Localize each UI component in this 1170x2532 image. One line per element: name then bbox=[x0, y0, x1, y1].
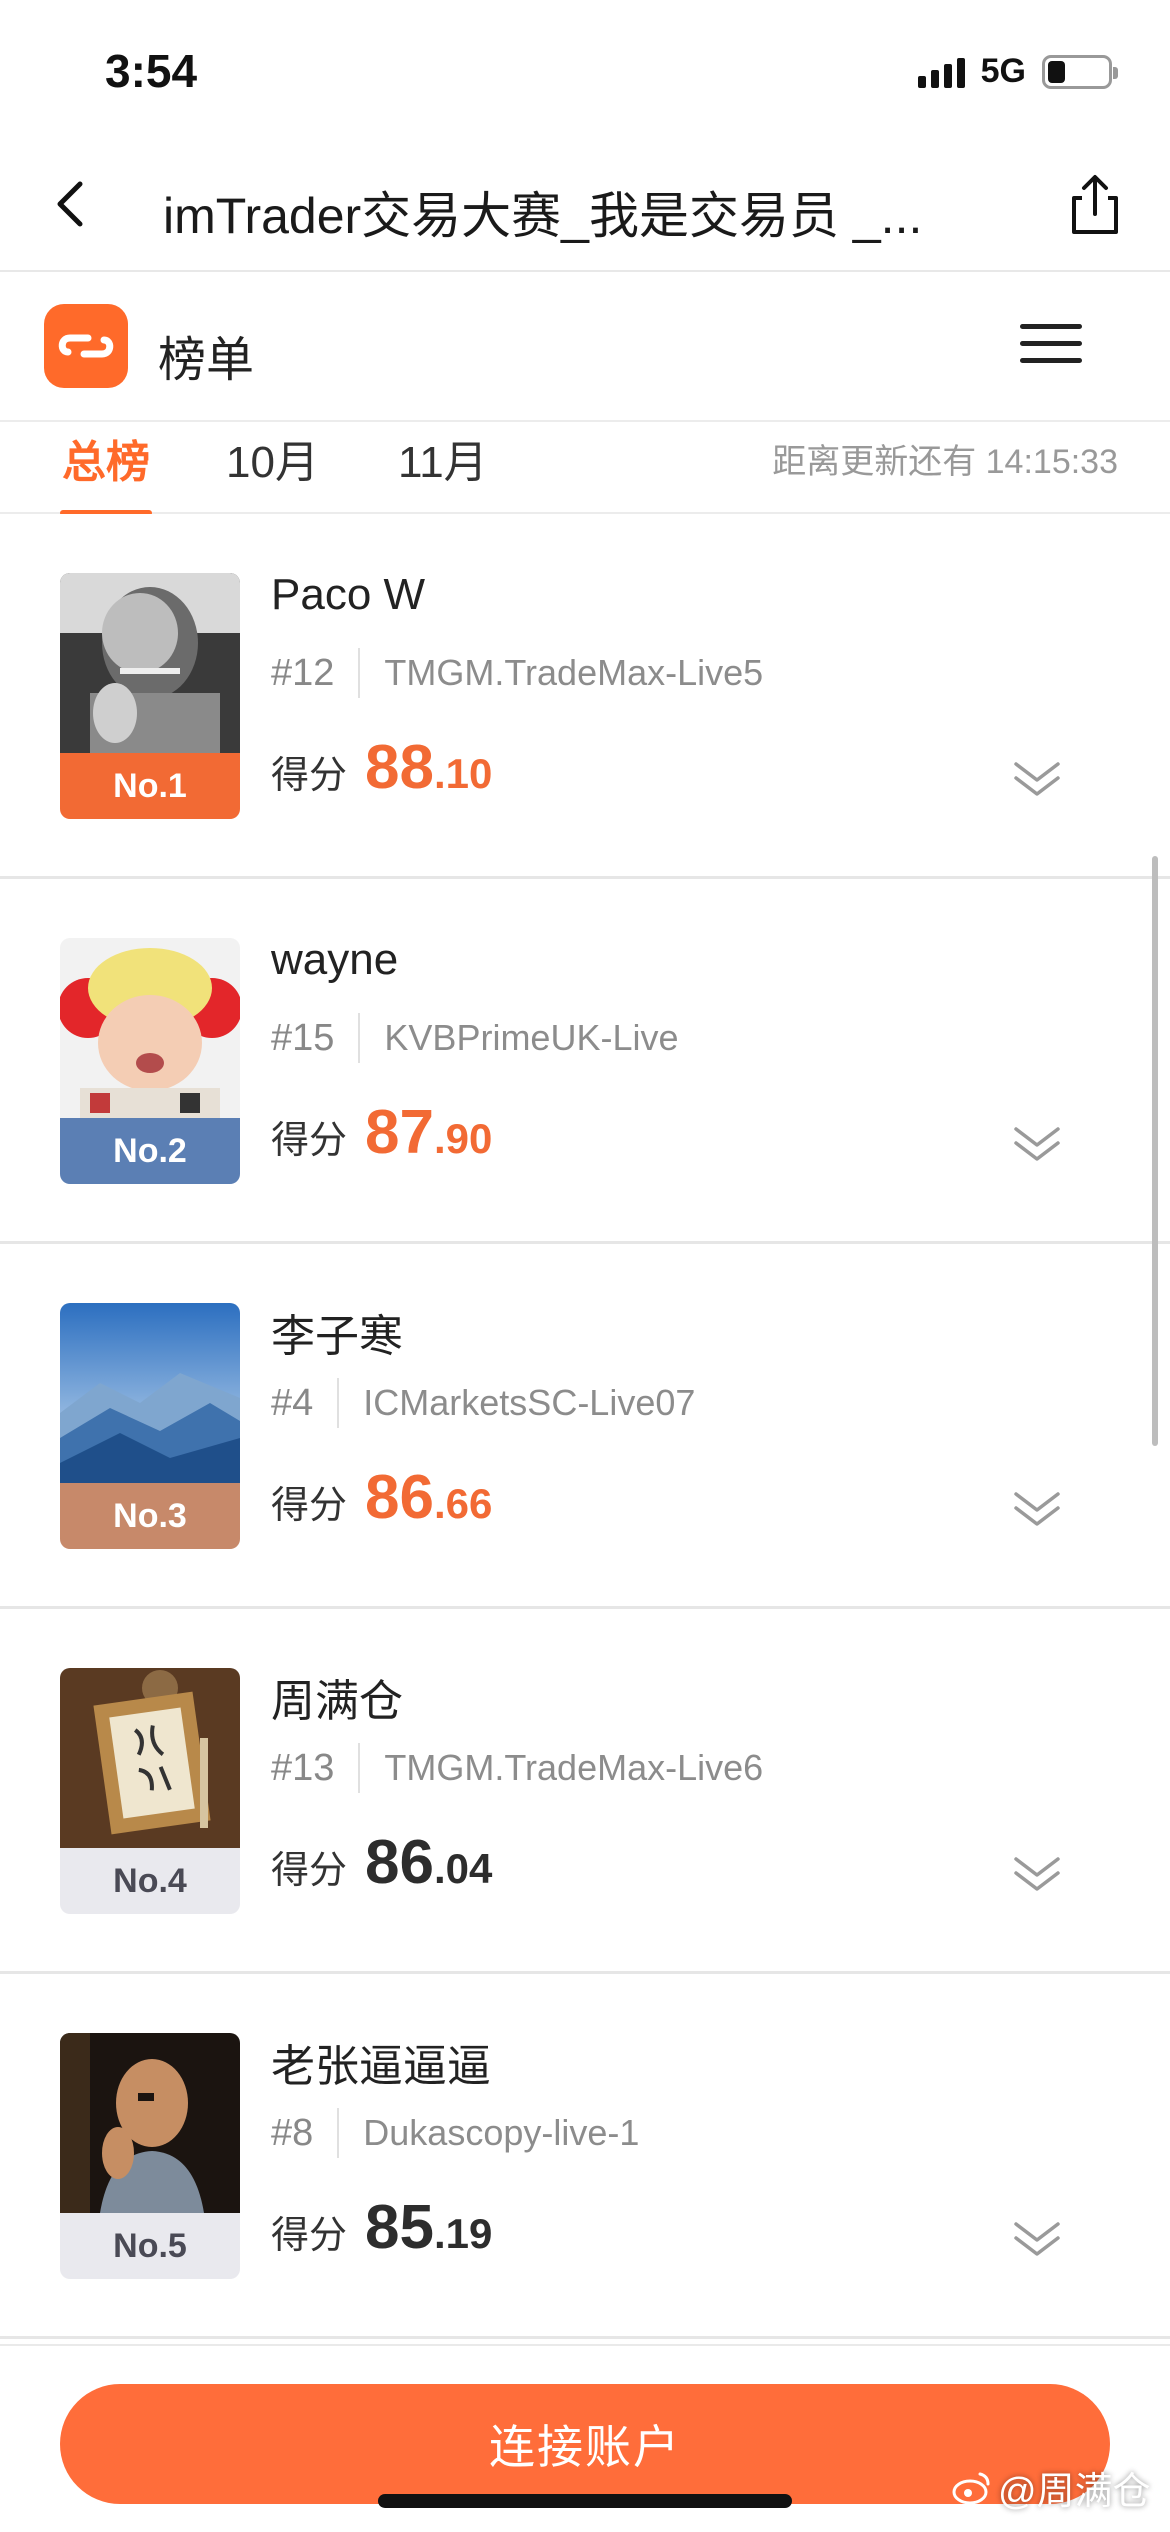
chevron-down-double-icon[interactable] bbox=[1008, 1119, 1066, 1169]
list-item[interactable]: No.2 wayne #15 KVBPrimeUK-Live 得分 87 .90 bbox=[0, 879, 1170, 1244]
rank-badge: No.2 bbox=[60, 1118, 240, 1184]
divider bbox=[337, 1378, 340, 1428]
rank-number: #4 bbox=[271, 1381, 314, 1424]
score-integer: 88 bbox=[365, 733, 434, 802]
hamburger-menu-icon[interactable] bbox=[1020, 324, 1082, 368]
score-label: 得分 bbox=[271, 2215, 348, 2257]
watermark-text: @周满仓 bbox=[998, 2471, 1151, 2513]
score-decimal: .10 bbox=[433, 750, 493, 797]
divider bbox=[358, 648, 361, 698]
trader-meta: #8 Dukascopy-live-1 bbox=[271, 2108, 639, 2158]
chevron-down-double-icon[interactable] bbox=[1008, 1484, 1066, 1534]
score: 得分 88 .10 bbox=[271, 732, 492, 803]
divider bbox=[358, 1743, 361, 1793]
server-name: TMGM.TradeMax-Live6 bbox=[384, 1747, 764, 1788]
watermark: @周满仓 bbox=[952, 2460, 1151, 2515]
navigation-bar: imTrader交易大赛_我是交易员 _... bbox=[0, 140, 1170, 272]
trader-meta: #13 TMGM.TradeMax-Live6 bbox=[271, 1743, 763, 1793]
chevron-down-double-icon[interactable] bbox=[1008, 754, 1066, 804]
update-countdown: 距离更新还有 14:15:33 bbox=[772, 443, 1118, 481]
avatar: No.3 bbox=[60, 1303, 240, 1549]
trader-name: Paco W bbox=[271, 570, 426, 619]
status-time: 3:54 bbox=[105, 45, 198, 97]
cellular-signal-icon bbox=[917, 56, 965, 88]
trader-name: 李子寒 bbox=[271, 1312, 403, 1361]
rank-badge: No.3 bbox=[60, 1483, 240, 1549]
avatar: No.2 bbox=[60, 938, 240, 1184]
trader-name: 老张逼逼逼 bbox=[271, 2042, 491, 2091]
tab-bar: 总榜 10月 11月 距离更新还有 14:15:33 bbox=[0, 422, 1170, 516]
tab-october[interactable]: 10月 bbox=[226, 426, 319, 512]
status-bar: 3:54 5G bbox=[0, 0, 1170, 140]
score: 得分 85 .19 bbox=[271, 2192, 492, 2263]
network-label: 5G bbox=[980, 52, 1026, 90]
avatar: No.4 bbox=[60, 1668, 240, 1914]
section-title: 榜单 bbox=[158, 334, 255, 387]
score-integer: 86 bbox=[365, 1463, 434, 1532]
tab-november[interactable]: 11月 bbox=[398, 426, 488, 512]
trader-meta: #15 KVBPrimeUK-Live bbox=[271, 1013, 679, 1063]
rank-badge: No.5 bbox=[60, 2213, 240, 2279]
trader-meta: #4 ICMarketsSC-Live07 bbox=[271, 1378, 695, 1428]
trader-name: 周满仓 bbox=[271, 1677, 403, 1726]
rank-badge: No.1 bbox=[60, 753, 240, 819]
score-label: 得分 bbox=[271, 755, 348, 797]
share-icon[interactable] bbox=[1060, 170, 1130, 240]
rank-badge: No.4 bbox=[60, 1848, 240, 1914]
server-name: Dukascopy-live-1 bbox=[363, 2112, 640, 2153]
list-item[interactable]: No.1 Paco W #12 TMGM.TradeMax-Live5 得分 8… bbox=[0, 514, 1170, 879]
avatar-image bbox=[60, 938, 240, 1118]
battery-level bbox=[1048, 60, 1066, 83]
server-name: ICMarketsSC-Live07 bbox=[363, 1382, 696, 1423]
avatar-image bbox=[60, 1668, 240, 1848]
leaderboard-list[interactable]: No.1 Paco W #12 TMGM.TradeMax-Live5 得分 8… bbox=[0, 514, 1170, 2344]
tab-overall[interactable]: 总榜 bbox=[60, 426, 152, 516]
trader-meta: #12 TMGM.TradeMax-Live5 bbox=[271, 648, 763, 698]
rank-number: #15 bbox=[271, 1016, 335, 1059]
list-item[interactable]: No.3 李子寒 #4 ICMarketsSC-Live07 得分 86 .66 bbox=[0, 1244, 1170, 1609]
avatar: No.5 bbox=[60, 2033, 240, 2279]
score-integer: 85 bbox=[365, 2193, 434, 2262]
battery-icon bbox=[1042, 54, 1118, 89]
rank-number: #8 bbox=[271, 2111, 314, 2154]
score-label: 得分 bbox=[271, 1485, 348, 1527]
divider bbox=[337, 2108, 340, 2158]
score: 得分 86 .66 bbox=[271, 1462, 492, 1533]
weibo-logo-icon bbox=[952, 2472, 990, 2504]
score-integer: 87 bbox=[365, 1098, 434, 1167]
list-item[interactable]: No.4 周满仓 #13 TMGM.TradeMax-Live6 得分 86 .… bbox=[0, 1609, 1170, 1974]
chevron-down-double-icon[interactable] bbox=[1008, 2214, 1066, 2264]
list-item[interactable]: No.5 老张逼逼逼 #8 Dukascopy-live-1 得分 85 .19 bbox=[0, 1974, 1170, 2339]
rank-number: #12 bbox=[271, 651, 335, 694]
score-label: 得分 bbox=[271, 1850, 348, 1892]
server-name: KVBPrimeUK-Live bbox=[384, 1017, 679, 1058]
avatar-image bbox=[60, 573, 240, 753]
score: 得分 86 .04 bbox=[271, 1827, 492, 1898]
imtrader-logo-icon bbox=[44, 304, 128, 388]
status-indicators: 5G bbox=[917, 52, 1118, 91]
chevron-left-icon[interactable] bbox=[42, 174, 102, 234]
chevron-down-double-icon[interactable] bbox=[1008, 1849, 1066, 1899]
score-decimal: .90 bbox=[433, 1115, 493, 1162]
trader-name: wayne bbox=[271, 935, 399, 984]
divider bbox=[358, 1013, 361, 1063]
rank-number: #13 bbox=[271, 1746, 335, 1789]
app-header: 榜单 bbox=[0, 272, 1170, 422]
score-decimal: .66 bbox=[433, 1480, 493, 1527]
avatar: No.1 bbox=[60, 573, 240, 819]
scrollbar[interactable] bbox=[1152, 856, 1158, 1446]
score-decimal: .19 bbox=[433, 2210, 493, 2257]
home-indicator[interactable] bbox=[378, 2494, 792, 2508]
score: 得分 87 .90 bbox=[271, 1097, 492, 1168]
page-title: imTrader交易大赛_我是交易员 _... bbox=[163, 188, 923, 244]
avatar-image bbox=[60, 1303, 240, 1483]
server-name: TMGM.TradeMax-Live5 bbox=[384, 652, 764, 693]
score-label: 得分 bbox=[271, 1120, 348, 1162]
score-integer: 86 bbox=[365, 1828, 434, 1897]
avatar-image bbox=[60, 2033, 240, 2213]
score-decimal: .04 bbox=[433, 1845, 493, 1892]
